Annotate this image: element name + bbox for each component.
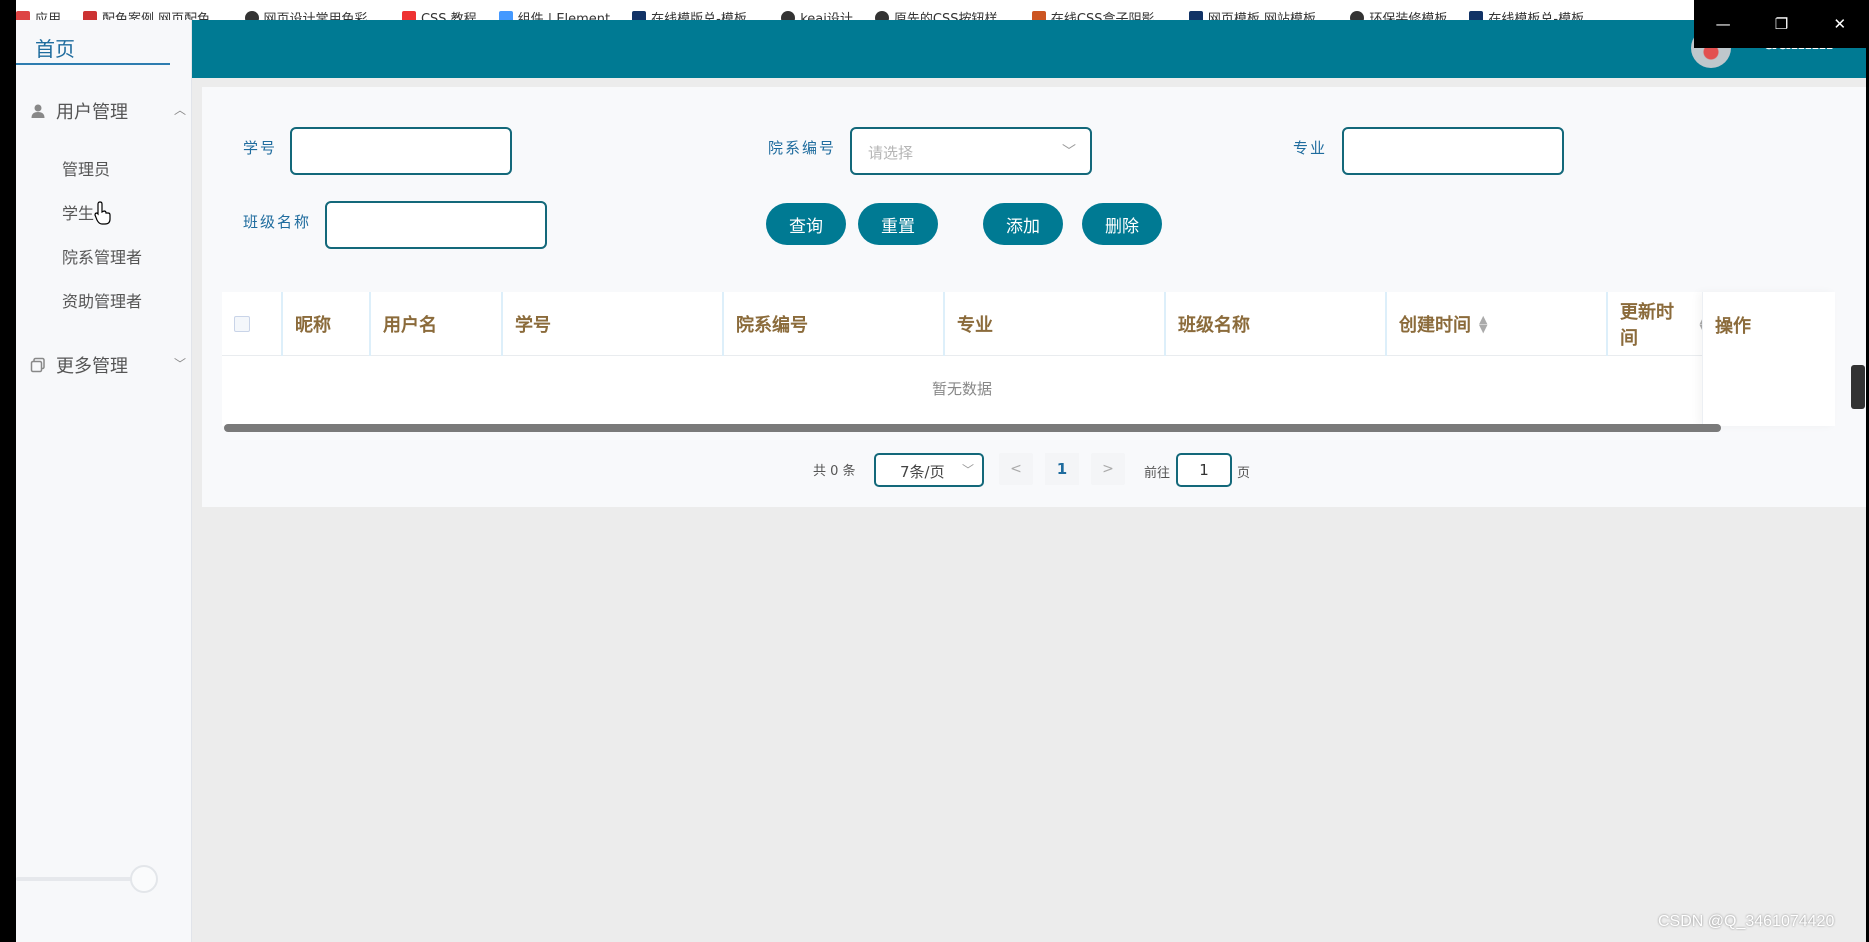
data-table: 昵称 用户名 学号 院系编号 专业 班级名称 创建时间 ▲▼ 更新时间 ▲▼ 暂… xyxy=(222,292,1835,426)
top-header: admin xyxy=(192,20,1869,78)
minimize-icon[interactable]: — xyxy=(1703,15,1743,33)
sidebar-item-aid-manager[interactable]: 资助管理者 xyxy=(62,288,142,312)
edge-scroll-handle[interactable] xyxy=(1851,365,1865,409)
col-operations-fixed: 操作 xyxy=(1702,292,1835,426)
chevron-down-icon: ﹀ xyxy=(1062,144,1076,160)
major-label: 专业 xyxy=(1293,139,1328,157)
sidebar-item-admin[interactable]: 管理员 xyxy=(62,156,110,180)
table-empty-text: 暂无数据 xyxy=(931,380,992,398)
bookmark-item[interactable]: 原先的CSS按钮样... xyxy=(874,8,1010,20)
col-updated-time-label: 更新时间 xyxy=(1620,302,1674,349)
globe-icon xyxy=(1350,10,1365,20)
main-panel: 学号 院系编号 请选择 ﹀ 专业 班级名称 查询 重置 添加 删除 昵称 用户名… xyxy=(202,87,1869,507)
template-icon xyxy=(632,10,647,20)
close-icon[interactable]: ✕ xyxy=(1820,15,1860,33)
sidebar-item-student[interactable]: 学生 xyxy=(62,200,94,224)
sidebar-slider-knob[interactable] xyxy=(130,865,158,893)
delete-button[interactable]: 删除 xyxy=(1082,203,1162,245)
goto-label: 前往 xyxy=(1144,466,1171,481)
query-button[interactable]: 查询 xyxy=(766,203,846,245)
bookmark-item[interactable]: 在线模版总-模板... xyxy=(632,8,759,20)
table-horizontal-scrollbar[interactable] xyxy=(224,424,1721,432)
restore-icon[interactable]: ❐ xyxy=(1761,15,1801,33)
bookmark-item[interactable]: 环保装修模板 xyxy=(1350,8,1447,20)
dept-code-select[interactable]: 请选择 ﹀ xyxy=(850,127,1092,175)
select-all-checkbox[interactable] xyxy=(234,316,250,332)
bookmark-apps[interactable]: 应用 xyxy=(16,8,61,20)
page-suffix-label: 页 xyxy=(1237,466,1251,481)
reset-button[interactable]: 重置 xyxy=(858,203,938,245)
dept-code-placeholder: 请选择 xyxy=(868,144,914,162)
bookmark-item[interactable]: 组件 | Element xyxy=(498,8,610,20)
table-header: 昵称 用户名 学号 院系编号 专业 班级名称 创建时间 ▲▼ 更新时间 ▲▼ xyxy=(222,292,1835,356)
page-number-current[interactable]: 1 xyxy=(1045,453,1079,485)
col-dept-code[interactable]: 院系编号 xyxy=(724,292,945,356)
col-created-time[interactable]: 创建时间 ▲ ▼ xyxy=(1387,292,1608,356)
col-major[interactable]: 专业 xyxy=(945,292,1166,356)
element-icon xyxy=(498,10,513,20)
class-name-label: 班级名称 xyxy=(243,213,312,231)
sidebar-group-more-management[interactable]: 更多管理 ﹀ xyxy=(28,350,186,380)
col-nickname[interactable]: 昵称 xyxy=(283,292,371,356)
hand-cursor-icon xyxy=(94,201,111,225)
globe-icon xyxy=(781,10,796,20)
bookmark-item[interactable]: CSS 教程 xyxy=(401,8,477,20)
select-all-cell xyxy=(222,292,283,356)
sidebar: 首页 用户管理 ︿ 管理员 学生 院系管理者 资助管理者 更多管理 ﹀ xyxy=(16,20,192,942)
template-icon xyxy=(1469,10,1484,20)
css-box-icon xyxy=(1031,10,1046,20)
sort-icon[interactable]: ▲▼ xyxy=(1479,314,1487,334)
page-size-select[interactable]: 7条/页 ﹀ xyxy=(874,453,984,487)
search-icon xyxy=(874,10,889,20)
prev-page-button[interactable]: < xyxy=(999,453,1033,485)
col-updated-time[interactable]: 更新时间 ▲▼ xyxy=(1608,292,1708,356)
add-button[interactable]: 添加 xyxy=(983,203,1063,245)
sidebar-home-label: 首页 xyxy=(35,37,75,61)
col-student-id[interactable]: 学号 xyxy=(503,292,724,356)
sidebar-group-label: 用户管理 xyxy=(56,102,128,123)
chevron-down-icon: ﹀ xyxy=(173,357,186,371)
student-id-input[interactable] xyxy=(290,127,512,175)
bookmark-item[interactable]: 网页模板,网站模板... xyxy=(1188,8,1328,20)
user-icon xyxy=(28,101,48,121)
sidebar-item-dept-manager[interactable]: 院系管理者 xyxy=(62,244,142,268)
col-created-time-label: 创建时间 xyxy=(1399,315,1471,336)
bookmark-item[interactable]: 配色案例,网页配色... xyxy=(83,8,223,20)
bookmark-item[interactable]: keai设计 xyxy=(781,8,853,20)
chevron-down-icon: ﹀ xyxy=(961,463,974,477)
col-class-name[interactable]: 班级名称 xyxy=(1166,292,1387,356)
css-icon xyxy=(401,10,416,20)
bookmark-item[interactable]: 在线模板总-模板... xyxy=(1469,8,1597,20)
template-icon xyxy=(1188,10,1203,20)
sidebar-home[interactable]: 首页 xyxy=(16,30,170,65)
window-controls: — ❐ ✕ xyxy=(1694,0,1869,48)
dept-code-label: 院系编号 xyxy=(768,139,837,157)
goto-page-input[interactable]: 1 xyxy=(1176,453,1232,487)
major-input[interactable] xyxy=(1342,127,1564,175)
globe-icon xyxy=(244,10,259,20)
bookmark-item[interactable]: 在线CSS盒子阴影... xyxy=(1031,8,1167,20)
watermark-text: CSDN @Q_3461074420 xyxy=(1658,913,1835,930)
next-page-button[interactable]: > xyxy=(1091,453,1125,485)
bookmark-favicon xyxy=(83,10,98,20)
sidebar-group-label: 更多管理 xyxy=(56,356,128,377)
bookmarks-bar: 应用 配色案例,网页配色... 网页设计常用色彩... CSS 教程 组件 | … xyxy=(16,0,1696,20)
col-operations: 操作 xyxy=(1715,316,1751,337)
copy-icon xyxy=(28,355,48,375)
col-username[interactable]: 用户名 xyxy=(371,292,503,356)
apps-grid-icon xyxy=(16,10,30,20)
bookmark-item[interactable]: 网页设计常用色彩... xyxy=(244,8,380,20)
class-name-input[interactable] xyxy=(325,201,547,249)
pagination-total: 共 0 条 xyxy=(813,464,856,479)
page-size-value: 7条/页 xyxy=(900,463,945,481)
chevron-up-icon: ︿ xyxy=(173,103,186,117)
screen-left-border xyxy=(0,0,16,942)
student-id-label: 学号 xyxy=(243,139,278,157)
sidebar-group-user-management[interactable]: 用户管理 ︿ xyxy=(28,96,186,126)
